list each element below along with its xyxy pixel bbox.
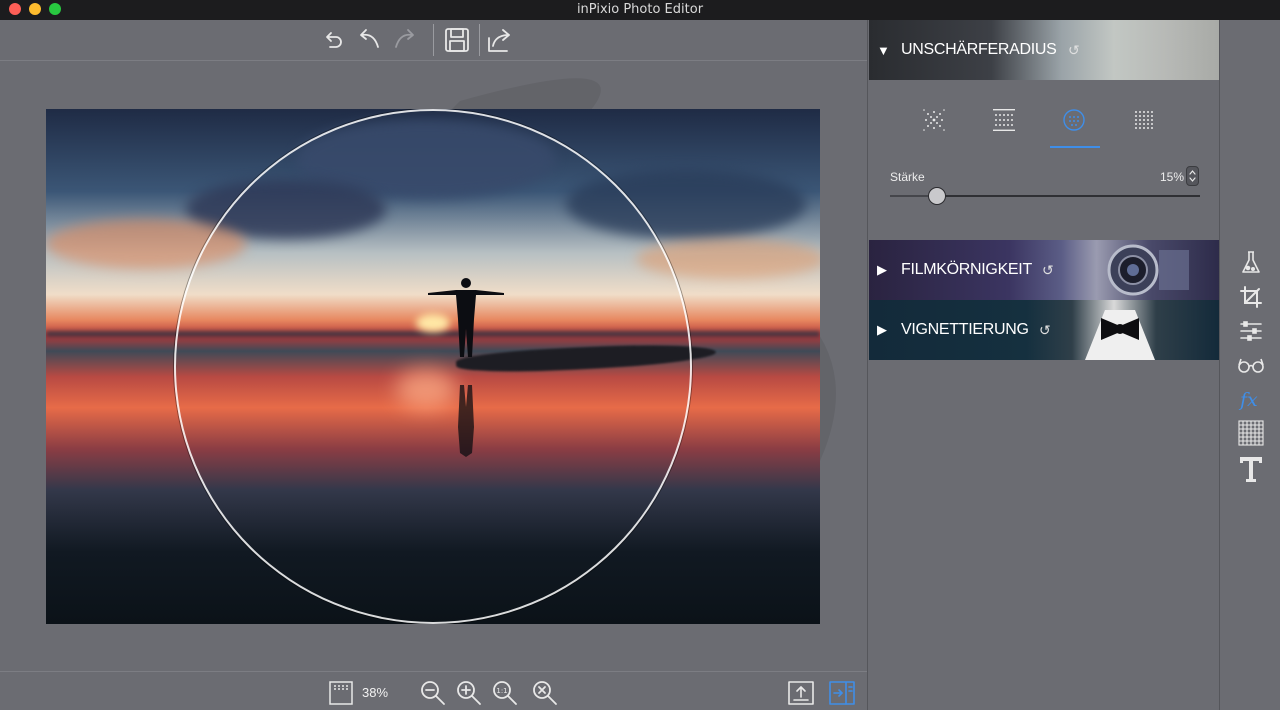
rail-adjust-button[interactable] [1236, 316, 1266, 346]
strength-slider-thumb[interactable] [927, 187, 946, 205]
fx-icon: fx [1238, 389, 1258, 411]
toolbar-divider [479, 24, 480, 56]
fit-frame-icon [329, 681, 353, 705]
redo-icon [395, 29, 414, 48]
rail-fx-button[interactable]: fx [1236, 384, 1266, 414]
rail-texture-button[interactable] [1236, 418, 1266, 448]
reset-icon[interactable]: ↺ [1042, 262, 1054, 279]
tool-rail: fx [1219, 20, 1280, 710]
bottom-toolbar: 38% 1:1 [0, 672, 867, 710]
export-icon [788, 681, 814, 705]
toolbar-divider [433, 24, 434, 56]
photo-preview[interactable] [46, 109, 820, 624]
svg-text:fx: fx [1238, 389, 1258, 411]
zoom-out-button[interactable] [418, 678, 448, 708]
save-button[interactable] [442, 25, 472, 55]
zoom-in-button[interactable] [454, 678, 484, 708]
blur-type-selector [869, 94, 1219, 150]
undo-all-button[interactable] [318, 25, 348, 55]
zoom-out-icon [421, 681, 445, 705]
circle-blur-button[interactable] [1056, 102, 1092, 138]
image-canvas[interactable] [0, 60, 867, 672]
share-icon [488, 29, 510, 52]
texture-icon [1238, 420, 1264, 446]
redo-button[interactable] [390, 25, 420, 55]
film-grain-section-header[interactable]: ▶ FILMKÖRNIGKEIT ↺ [869, 240, 1219, 300]
zoom-fit-icon [533, 681, 557, 705]
undo-all-icon [326, 32, 342, 48]
zoom-fit-button[interactable] [530, 678, 560, 708]
rail-text-button[interactable] [1236, 454, 1266, 484]
panel-toggle-icon [829, 681, 855, 705]
zoom-level: 38% [362, 685, 389, 700]
share-button[interactable] [485, 25, 515, 55]
strength-label: Stärke [890, 170, 925, 184]
radial-blur-icon [923, 109, 945, 131]
title-bar: inPixio Photo Editor [0, 0, 1280, 20]
rail-glasses-button[interactable] [1236, 350, 1266, 380]
blur-focus-circle[interactable] [174, 109, 692, 624]
blur-radius-section-header[interactable]: ▼ UNSCHÄRFERADIUS ↺ [869, 20, 1219, 80]
glasses-icon [1238, 358, 1264, 373]
radial-blur-button[interactable] [916, 102, 952, 138]
reset-icon[interactable]: ↺ [1039, 322, 1051, 339]
undo-button[interactable] [354, 25, 384, 55]
effects-panel: ▼ UNSCHÄRFERADIUS ↺ Stärke 15% ▶ FILMKÖR… [867, 20, 1219, 710]
stepper-arrows-icon [1189, 170, 1196, 182]
linear-blur-button[interactable] [986, 102, 1022, 138]
save-icon [445, 28, 469, 52]
vignette-title: VIGNETTIERUNG [901, 321, 1029, 338]
film-grain-title: FILMKÖRNIGKEIT [901, 261, 1032, 278]
strength-value: 15% [1160, 170, 1185, 184]
window-title: inPixio Photo Editor [576, 2, 704, 17]
reset-icon[interactable]: ↺ [1068, 42, 1080, 59]
rail-effects-button[interactable] [1236, 248, 1266, 278]
undo-icon [360, 29, 379, 48]
rail-crop-button[interactable] [1236, 282, 1266, 312]
dotted-blur-icon [1135, 111, 1153, 129]
svg-text:1:1: 1:1 [496, 687, 507, 695]
actual-size-button[interactable]: 1:1 [490, 678, 520, 708]
linear-blur-icon [993, 109, 1015, 131]
crop-icon [1240, 286, 1262, 308]
top-toolbar [0, 20, 867, 60]
collapse-arrow-icon: ▶ [877, 262, 887, 277]
export-button[interactable] [786, 678, 816, 708]
blur-radius-title: UNSCHÄRFERADIUS [901, 41, 1057, 58]
bowtie-icon [1085, 310, 1155, 360]
canvas-area: 38% 1:1 [0, 20, 867, 710]
vignette-section-header[interactable]: ▶ VIGNETTIERUNG ↺ [869, 300, 1219, 360]
fit-frame-button[interactable] [326, 678, 356, 708]
collapse-arrow-icon: ▶ [877, 322, 887, 337]
zoom-in-icon [457, 681, 481, 705]
actual-size-icon: 1:1 [493, 681, 517, 705]
text-icon [1240, 457, 1262, 482]
circle-blur-icon [1063, 109, 1085, 131]
effects-flask-icon [1242, 251, 1260, 273]
expand-arrow-icon: ▼ [877, 42, 890, 58]
panel-toggle-button[interactable] [827, 678, 857, 708]
camera-lens-icon [1107, 244, 1189, 296]
adjust-sliders-icon [1240, 321, 1262, 341]
selected-blur-indicator [1050, 146, 1100, 148]
strength-stepper[interactable] [1186, 166, 1199, 186]
dotted-blur-button[interactable] [1126, 102, 1162, 138]
